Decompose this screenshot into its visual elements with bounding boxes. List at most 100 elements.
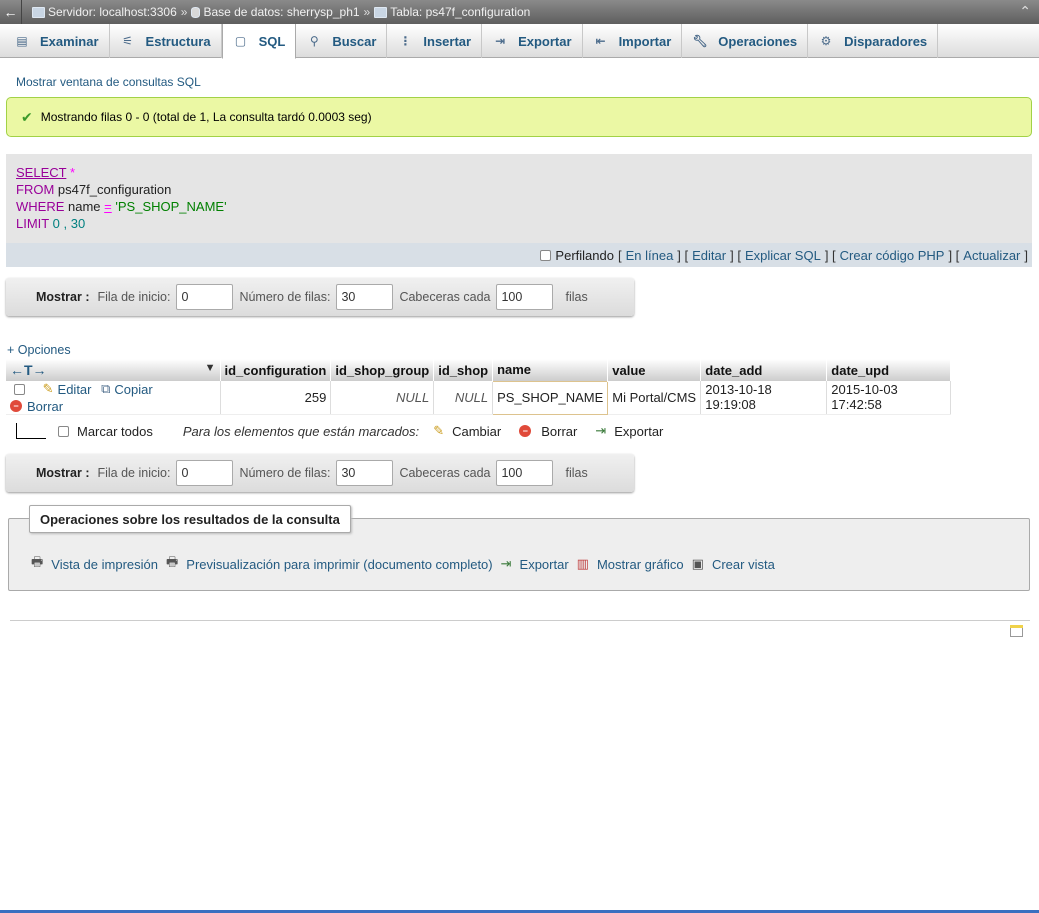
row-checkbox[interactable] xyxy=(14,384,25,396)
tab-disparadores[interactable]: ⚙ Disparadores xyxy=(808,24,939,58)
header-name[interactable]: name xyxy=(492,359,609,381)
row-count-input[interactable]: 30 xyxy=(336,284,394,310)
start-row-input[interactable]: 0 xyxy=(176,460,234,486)
tab-examinar[interactable]: ▤ Examinar xyxy=(4,24,110,58)
cell-id-shop-group[interactable]: NULL xyxy=(330,381,435,415)
print-preview-full-link[interactable]: 🖶︎ Previsualización para imprimir (docume… xyxy=(166,553,493,575)
export-link[interactable]: ⇥ Exportar xyxy=(501,556,569,572)
breadcrumb-server[interactable]: Servidor: localhost:3306 xyxy=(48,5,177,19)
sql-star: * xyxy=(69,165,76,180)
header-id-shop-group[interactable]: id_shop_group xyxy=(330,359,435,381)
edit-row-button[interactable]: ✎ Editar xyxy=(43,381,92,397)
cell-name[interactable]: PS_SHOP_NAME xyxy=(492,380,609,415)
cell-date-add[interactable]: 2013-10-18 19:19:08 xyxy=(700,381,828,415)
sql-operator: = xyxy=(104,199,112,214)
breadcrumb-database[interactable]: Base de datos: sherrysp_ph1 xyxy=(203,5,359,19)
tab-importar[interactable]: ⇤ Importar xyxy=(583,24,683,58)
export-label: Exportar xyxy=(519,556,569,572)
profiling-checkbox[interactable] xyxy=(540,249,552,261)
bracket: [ xyxy=(617,247,622,263)
sql-table: ps47f_configuration xyxy=(57,182,172,197)
start-row-input[interactable]: 0 xyxy=(176,284,234,310)
row-count-label: Número de filas: xyxy=(239,466,331,480)
explain-sql-link[interactable]: Explicar SQL xyxy=(745,248,821,263)
table-icon xyxy=(374,6,388,18)
export-icon: ⇥ xyxy=(595,423,607,438)
back-arrow-icon[interactable]: ← xyxy=(0,0,22,24)
header-id-shop[interactable]: id_shop xyxy=(433,359,494,381)
inline-link[interactable]: En línea xyxy=(626,248,674,263)
notes-icon[interactable] xyxy=(1010,625,1023,637)
breadcrumb-table[interactable]: Tabla: ps47f_configuration xyxy=(390,5,530,19)
sql-line-from: FROM ps47f_configuration xyxy=(16,181,1022,198)
print-view-link[interactable]: 🖶︎ Vista de impresión xyxy=(31,553,158,575)
show-label: Mostrar : xyxy=(36,290,90,304)
show-label: Mostrar : xyxy=(36,466,90,480)
column-arrows-icon[interactable]: ←T→ xyxy=(10,362,47,378)
view-icon: ▣ xyxy=(691,556,704,571)
row-count-label: Número de filas: xyxy=(239,290,331,304)
results-table: ←T→ ▼ id_configuration id_shop_group id_… xyxy=(6,359,952,415)
sql-query-box: SELECT * FROM ps47f_configuration WHERE … xyxy=(6,154,1032,243)
bulk-delete-label: Borrar xyxy=(541,423,578,439)
tab-label: Operaciones xyxy=(718,33,798,49)
tab-buscar[interactable]: ⚲ Buscar xyxy=(296,24,388,58)
tab-sql[interactable]: ▢ SQL xyxy=(221,24,297,59)
header-date-upd[interactable]: date_upd xyxy=(826,359,952,381)
operations-legend: Operaciones sobre los resultados de la c… xyxy=(29,505,351,533)
check-all-label[interactable]: Marcar todos xyxy=(77,424,153,439)
cell-date-upd[interactable]: 2015-10-03 17:42:58 xyxy=(826,381,952,415)
sql-keyword-limit: LIMIT xyxy=(16,216,49,231)
create-php-link[interactable]: Crear código PHP xyxy=(840,248,945,263)
headers-every-input[interactable]: 100 xyxy=(496,460,554,486)
bracket: ] [ xyxy=(730,247,741,263)
bulk-change-button[interactable]: ✎ Cambiar xyxy=(433,423,501,439)
cell-value[interactable]: Mi Portal/CMS xyxy=(607,381,702,415)
success-message: ✔ Mostrando filas 0 - 0 (total de 1, La … xyxy=(6,97,1032,137)
server-icon xyxy=(32,6,45,18)
bulk-actions: Marcar todos Para los elementos que está… xyxy=(16,420,669,442)
tab-estructura[interactable]: ⚟ Estructura xyxy=(110,24,222,58)
header-id-configuration[interactable]: id_configuration xyxy=(220,359,332,381)
success-text: Mostrando filas 0 - 0 (total de 1, La co… xyxy=(40,110,372,124)
copy-icon: ⧉ xyxy=(101,381,111,396)
show-chart-link[interactable]: ▥ Mostrar gráfico xyxy=(577,556,684,572)
create-view-link[interactable]: ▣ Crear vista xyxy=(692,556,775,572)
header-date-add[interactable]: date_add xyxy=(700,359,828,381)
export-icon: ⇥ xyxy=(500,556,512,571)
header-value[interactable]: value xyxy=(607,359,702,381)
copy-row-button[interactable]: ⧉ Copiar xyxy=(101,381,153,397)
sql-keyword-select[interactable]: SELECT xyxy=(16,165,66,180)
delete-row-button[interactable]: − Borrar xyxy=(10,399,63,414)
bulk-delete-button[interactable]: − Borrar xyxy=(519,424,577,439)
collapse-icon[interactable]: ⌃ xyxy=(1019,3,1031,20)
headers-every-input[interactable]: 100 xyxy=(496,284,554,310)
show-sql-window-link[interactable]: Mostrar ventana de consultas SQL xyxy=(16,75,201,89)
bulk-export-button[interactable]: ⇥ Exportar xyxy=(595,423,663,439)
bracket: ] [ xyxy=(677,247,689,263)
sort-dropdown-icon[interactable]: ▼ xyxy=(205,362,216,374)
sql-line-limit: LIMIT 0 , 30 xyxy=(16,215,1022,232)
refresh-link[interactable]: Actualizar xyxy=(963,248,1020,263)
header-actions: ←T→ ▼ xyxy=(6,359,221,381)
wrench-icon: 🔧︎ xyxy=(692,34,708,48)
sql-comma: , xyxy=(63,216,68,231)
row-count-input[interactable]: 30 xyxy=(336,460,394,486)
cell-id-configuration[interactable]: 259 xyxy=(220,381,332,415)
tab-exportar[interactable]: ⇥ Exportar xyxy=(482,24,583,58)
options-link[interactable]: + Opciones xyxy=(7,343,71,357)
bracket: ] xyxy=(1024,247,1028,263)
tab-label: Importar xyxy=(618,33,672,49)
bracket: ] [ xyxy=(948,247,960,263)
tab-operaciones[interactable]: 🔧︎ Operaciones xyxy=(682,24,809,58)
tab-insertar[interactable]: ⋮ Insertar xyxy=(387,24,483,58)
tab-label: Buscar xyxy=(332,33,377,49)
pencil-icon: ✎ xyxy=(42,381,54,396)
edit-query-link[interactable]: Editar xyxy=(692,248,726,263)
print-view-label: Vista de impresión xyxy=(51,556,158,572)
divider xyxy=(10,620,1030,621)
bulk-export-label: Exportar xyxy=(614,423,664,439)
structure-icon: ⚟ xyxy=(122,34,133,48)
cell-id-shop[interactable]: NULL xyxy=(433,381,494,415)
check-all-checkbox[interactable] xyxy=(58,425,69,437)
